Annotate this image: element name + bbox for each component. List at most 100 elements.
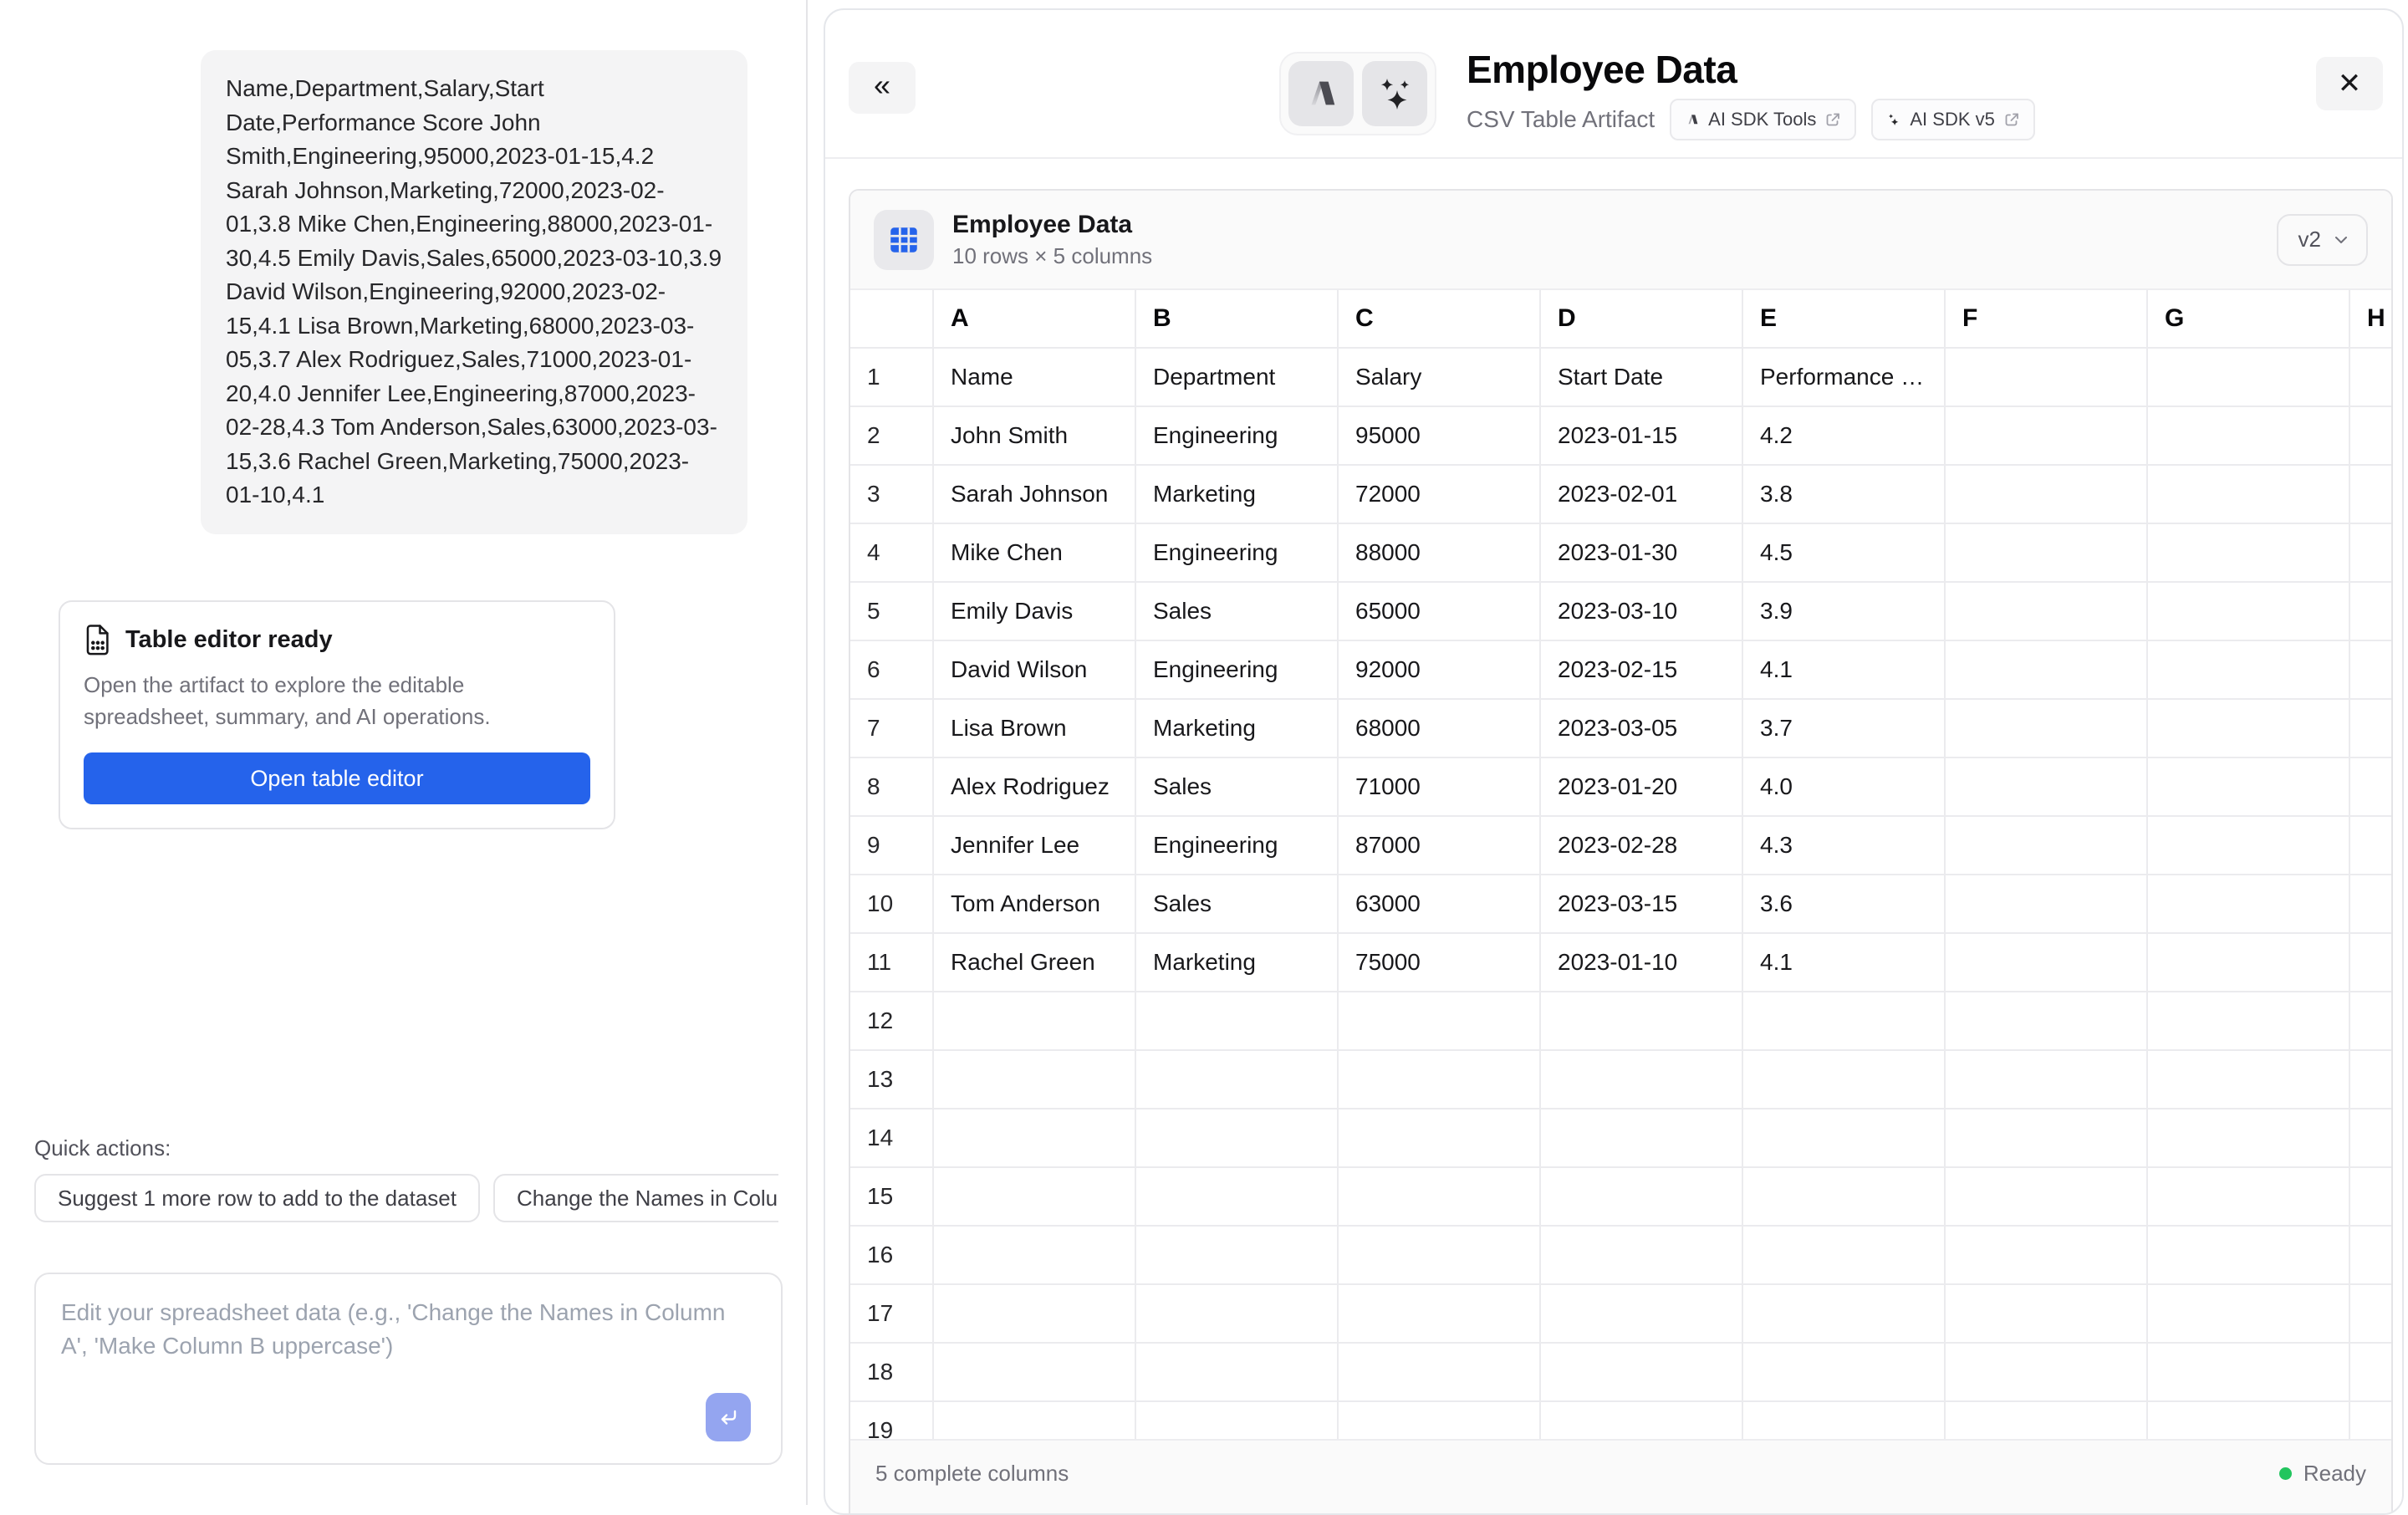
cell-H19[interactable] — [2350, 1402, 2391, 1439]
cell-F17[interactable] — [1946, 1285, 2148, 1344]
version-dropdown[interactable]: v2 — [2277, 214, 2368, 266]
cell-A7[interactable]: Lisa Brown — [934, 700, 1136, 758]
cell-B4[interactable]: Engineering — [1136, 524, 1339, 583]
cell-D17[interactable] — [1541, 1285, 1743, 1344]
cell-D3[interactable]: 2023-02-01 — [1541, 466, 1743, 524]
cell-F2[interactable] — [1946, 407, 2148, 466]
open-table-editor-button[interactable]: Open table editor — [84, 752, 590, 804]
cell-G12[interactable] — [2148, 992, 2350, 1051]
cell-H12[interactable] — [2350, 992, 2391, 1051]
cell-D13[interactable] — [1541, 1051, 1743, 1109]
cell-E18[interactable] — [1743, 1344, 1946, 1402]
cell-E1[interactable]: Performance Score — [1743, 349, 1946, 407]
cell-B6[interactable]: Engineering — [1136, 641, 1339, 700]
column-header-F[interactable]: F — [1946, 290, 2148, 349]
cell-F1[interactable] — [1946, 349, 2148, 407]
cell-D11[interactable]: 2023-01-10 — [1541, 934, 1743, 992]
cell-E17[interactable] — [1743, 1285, 1946, 1344]
cell-A2[interactable]: John Smith — [934, 407, 1136, 466]
cell-B18[interactable] — [1136, 1344, 1339, 1402]
cell-H2[interactable] — [2350, 407, 2391, 466]
cell-H15[interactable] — [2350, 1168, 2391, 1227]
cell-H7[interactable] — [2350, 700, 2391, 758]
cell-E15[interactable] — [1743, 1168, 1946, 1227]
cell-H13[interactable] — [2350, 1051, 2391, 1109]
cell-E13[interactable] — [1743, 1051, 1946, 1109]
cell-C6[interactable]: 92000 — [1339, 641, 1541, 700]
quick-action-chip-suggest-row[interactable]: Suggest 1 more row to add to the dataset — [34, 1174, 480, 1222]
cell-D9[interactable]: 2023-02-28 — [1541, 817, 1743, 875]
cell-H1[interactable] — [2350, 349, 2391, 407]
cell-F3[interactable] — [1946, 466, 2148, 524]
composer-input[interactable] — [36, 1274, 781, 1463]
cell-E7[interactable]: 3.7 — [1743, 700, 1946, 758]
cell-D15[interactable] — [1541, 1168, 1743, 1227]
cell-G9[interactable] — [2148, 817, 2350, 875]
cell-A3[interactable]: Sarah Johnson — [934, 466, 1136, 524]
cell-D14[interactable] — [1541, 1109, 1743, 1168]
cell-C9[interactable]: 87000 — [1339, 817, 1541, 875]
cell-F10[interactable] — [1946, 875, 2148, 934]
cell-F13[interactable] — [1946, 1051, 2148, 1109]
cell-C16[interactable] — [1339, 1227, 1541, 1285]
cell-D8[interactable]: 2023-01-20 — [1541, 758, 1743, 817]
cell-C4[interactable]: 88000 — [1339, 524, 1541, 583]
cell-H6[interactable] — [2350, 641, 2391, 700]
cell-A9[interactable]: Jennifer Lee — [934, 817, 1136, 875]
cell-B17[interactable] — [1136, 1285, 1339, 1344]
column-header-G[interactable]: G — [2148, 290, 2350, 349]
cell-B7[interactable]: Marketing — [1136, 700, 1339, 758]
cell-G4[interactable] — [2148, 524, 2350, 583]
collapse-panel-button[interactable]: « — [849, 62, 916, 114]
cell-A19[interactable] — [934, 1402, 1136, 1439]
cell-H9[interactable] — [2350, 817, 2391, 875]
cell-C3[interactable]: 72000 — [1339, 466, 1541, 524]
cell-F4[interactable] — [1946, 524, 2148, 583]
cell-B9[interactable]: Engineering — [1136, 817, 1339, 875]
cell-G17[interactable] — [2148, 1285, 2350, 1344]
cell-C11[interactable]: 75000 — [1339, 934, 1541, 992]
cell-H14[interactable] — [2350, 1109, 2391, 1168]
close-artifact-button[interactable]: ✕ — [2316, 57, 2383, 110]
quick-action-chip-change-names[interactable]: Change the Names in Column A — [493, 1174, 778, 1222]
cell-H3[interactable] — [2350, 466, 2391, 524]
cell-E12[interactable] — [1743, 992, 1946, 1051]
cell-D4[interactable]: 2023-01-30 — [1541, 524, 1743, 583]
cell-D10[interactable]: 2023-03-15 — [1541, 875, 1743, 934]
cell-D19[interactable] — [1541, 1402, 1743, 1439]
column-header-A[interactable]: A — [934, 290, 1136, 349]
cell-C13[interactable] — [1339, 1051, 1541, 1109]
cell-E9[interactable]: 4.3 — [1743, 817, 1946, 875]
column-header-H[interactable]: H — [2350, 290, 2391, 349]
cell-B13[interactable] — [1136, 1051, 1339, 1109]
cell-E4[interactable]: 4.5 — [1743, 524, 1946, 583]
cell-A11[interactable]: Rachel Green — [934, 934, 1136, 992]
cell-E10[interactable]: 3.6 — [1743, 875, 1946, 934]
badge-ai-sdk-tools[interactable]: AI SDK Tools — [1670, 99, 1856, 140]
cell-F12[interactable] — [1946, 992, 2148, 1051]
cell-C14[interactable] — [1339, 1109, 1541, 1168]
cell-A15[interactable] — [934, 1168, 1136, 1227]
cell-D7[interactable]: 2023-03-05 — [1541, 700, 1743, 758]
cell-D6[interactable]: 2023-02-15 — [1541, 641, 1743, 700]
cell-F18[interactable] — [1946, 1344, 2148, 1402]
cell-D5[interactable]: 2023-03-10 — [1541, 583, 1743, 641]
cell-G13[interactable] — [2148, 1051, 2350, 1109]
cell-G3[interactable] — [2148, 466, 2350, 524]
cell-G7[interactable] — [2148, 700, 2350, 758]
cell-G8[interactable] — [2148, 758, 2350, 817]
cell-E2[interactable]: 4.2 — [1743, 407, 1946, 466]
cell-A4[interactable]: Mike Chen — [934, 524, 1136, 583]
cell-C7[interactable]: 68000 — [1339, 700, 1541, 758]
cell-H18[interactable] — [2350, 1344, 2391, 1402]
cell-D1[interactable]: Start Date — [1541, 349, 1743, 407]
cell-E19[interactable] — [1743, 1402, 1946, 1439]
cell-E16[interactable] — [1743, 1227, 1946, 1285]
cell-B3[interactable]: Marketing — [1136, 466, 1339, 524]
cell-G15[interactable] — [2148, 1168, 2350, 1227]
cell-A1[interactable]: Name — [934, 349, 1136, 407]
cell-B14[interactable] — [1136, 1109, 1339, 1168]
cell-G2[interactable] — [2148, 407, 2350, 466]
cell-F19[interactable] — [1946, 1402, 2148, 1439]
cell-C15[interactable] — [1339, 1168, 1541, 1227]
